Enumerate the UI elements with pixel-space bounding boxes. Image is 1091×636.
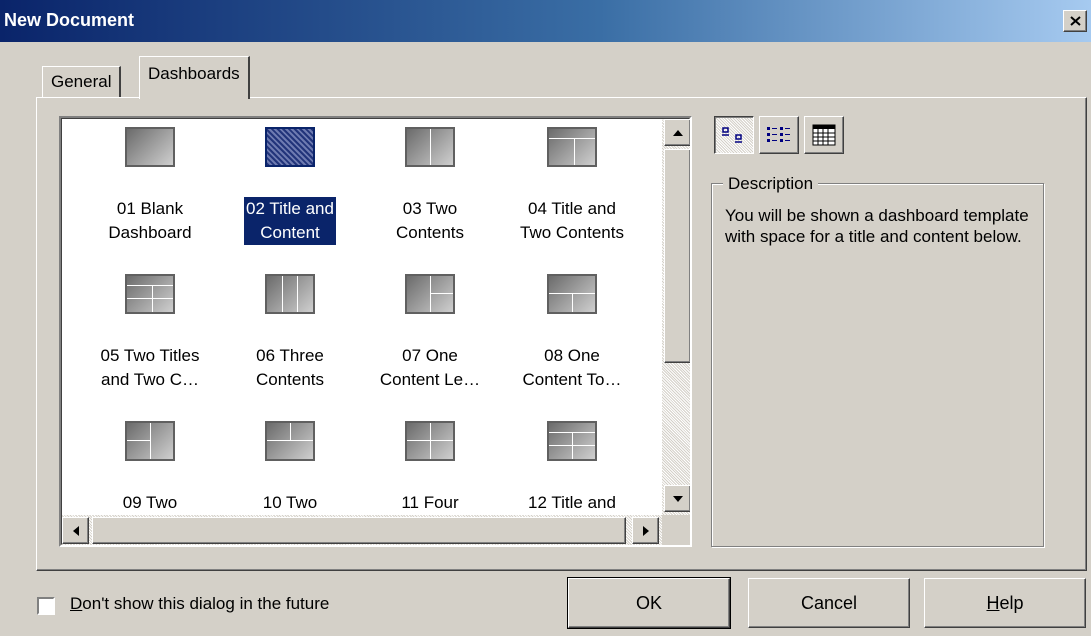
dont-show-checkbox[interactable] (37, 597, 55, 615)
template-label: 05 Two Titles and Two C… (100, 346, 200, 389)
window-title: New Document (4, 10, 135, 30)
arrow-up-icon (672, 129, 683, 136)
template-thumbnail-icon (125, 421, 175, 461)
scroll-left-button[interactable] (62, 517, 89, 544)
ok-button[interactable]: OK (567, 577, 731, 629)
template-thumbnail-icon (405, 127, 455, 167)
tab-dashboards[interactable]: Dashboards (139, 56, 250, 99)
description-text: You will be shown a dashboard template w… (725, 206, 1029, 246)
template-label: 11 Four (401, 493, 459, 512)
arrow-right-icon (642, 525, 649, 536)
template-thumbnail-icon (547, 127, 597, 167)
template-thumbnail-icon (405, 274, 455, 314)
scroll-up-button[interactable] (664, 119, 690, 146)
details-view-icon (812, 124, 836, 146)
scrollbar-corner (662, 515, 690, 545)
list-view-button[interactable] (759, 116, 799, 154)
horizontal-scrollbar[interactable] (62, 515, 662, 545)
template-label: 06 Three Contents (255, 346, 325, 389)
cancel-label: Cancel (800, 592, 858, 613)
template-thumbnail-icon (265, 127, 315, 167)
template-list[interactable]: 01 Blank Dashboard 02 Title and Content 03 T… (59, 116, 692, 547)
help-button[interactable]: Help (924, 578, 1086, 628)
vertical-scroll-thumb[interactable] (664, 149, 690, 363)
help-label: Help (986, 592, 1024, 613)
template-label: 02 Title and Content (220, 196, 360, 246)
template-thumbnail-icon (125, 127, 175, 167)
template-label: 01 Blank Dashboard (108, 199, 192, 242)
template-label: 12 Title and (528, 493, 616, 512)
dont-show-label[interactable]: Don't show this dialog in the future (70, 594, 329, 614)
template-label: 04 Title and Two Contents (520, 199, 624, 242)
template-label: 03 Two Contents (395, 199, 465, 242)
close-button[interactable] (1063, 10, 1087, 32)
template-thumbnail-icon (547, 274, 597, 314)
template-thumbnail-icon (125, 274, 175, 314)
scroll-right-button[interactable] (632, 517, 659, 544)
template-thumbnail-icon (405, 421, 455, 461)
details-view-button[interactable] (804, 116, 844, 154)
template-grid: 01 Blank Dashboard 02 Title and Content 03 T… (62, 119, 662, 515)
large-icons-view-button[interactable] (714, 116, 754, 154)
template-label: 07 One Content Le… (379, 346, 481, 389)
template-label: 09 Two (122, 493, 178, 512)
scroll-down-button[interactable] (664, 485, 690, 512)
title-bar: New Document (0, 0, 1091, 42)
tab-general[interactable]: General (42, 66, 122, 97)
ok-label: OK (635, 592, 662, 613)
horizontal-scroll-thumb[interactable] (92, 517, 626, 544)
template-label: 08 One Content To… (522, 346, 622, 389)
template-thumbnail-icon (265, 421, 315, 461)
list-view-icon (767, 127, 790, 142)
cancel-button[interactable]: Cancel (748, 578, 910, 628)
template-label: 10 Two (262, 493, 318, 512)
arrow-left-icon (72, 525, 79, 536)
large-icons-view-icon (722, 127, 742, 143)
arrow-down-icon (672, 495, 683, 502)
vertical-scrollbar[interactable] (662, 119, 690, 515)
template-thumbnail-icon (265, 274, 315, 314)
template-thumbnail-icon (547, 421, 597, 461)
close-icon (1070, 16, 1081, 26)
description-legend: Description (723, 174, 819, 194)
